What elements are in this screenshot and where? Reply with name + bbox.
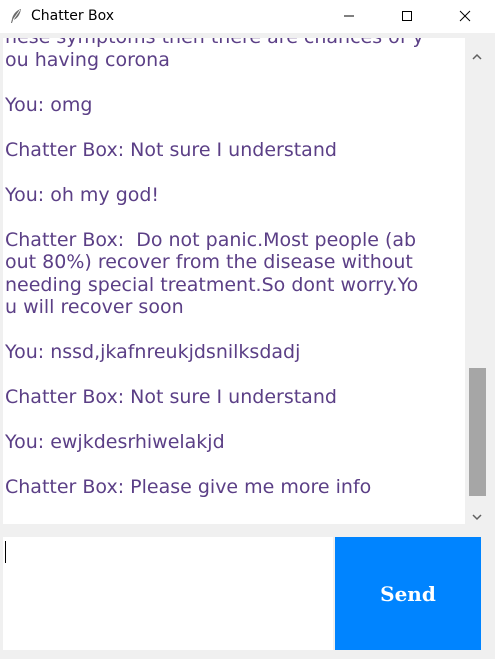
chat-message-line: u will recover soon (5, 296, 184, 318)
maximize-icon (401, 7, 413, 26)
chat-message-line: You: ewjkdesrhiwelakjd (5, 431, 225, 453)
close-button[interactable] (442, 0, 488, 33)
chat-log[interactable]: hese symptoms then there are chances of … (3, 38, 465, 524)
chat-message-line: Chatter Box: Not sure I understand (5, 138, 337, 161)
chat-message-line: hese symptoms then there are chances of … (5, 38, 461, 49)
chat-message-line: ou having corona (5, 48, 170, 71)
send-button[interactable]: Send (335, 537, 481, 650)
chat-message-line: Chatter Box: Not sure I understand (5, 386, 337, 408)
feather-icon (8, 8, 24, 24)
chat-message-line: You: omg (5, 93, 93, 116)
chat-message-line: Chatter Box: Do not panic.Most people (a… (5, 228, 417, 251)
window-title: Chatter Box (31, 8, 115, 24)
chat-message-line: You: nssd,jkafnreukjdsnilksdadj (5, 341, 301, 363)
chat-message-line: Chatter Box: Please give me more info (5, 476, 372, 498)
chat-scrollbar[interactable] (466, 38, 488, 524)
chat-spacer (5, 409, 461, 432)
chat-message-line: You: oh my god! (5, 183, 160, 206)
chat-spacer (5, 116, 461, 139)
scroll-thumb[interactable] (469, 368, 486, 496)
chat-spacer (5, 161, 461, 184)
chat-message-line: needing special treatment.So dont worry.… (5, 273, 419, 296)
scroll-up-button[interactable] (466, 44, 488, 66)
chat-spacer (5, 206, 461, 229)
chat-spacer (5, 71, 461, 94)
chat-messages: hese symptoms then there are chances of … (5, 38, 461, 499)
message-input[interactable] (3, 537, 333, 650)
text-caret (5, 541, 6, 563)
close-icon (459, 7, 471, 26)
chat-spacer (5, 454, 461, 477)
minimize-icon (343, 7, 355, 26)
chevron-up-icon (472, 46, 482, 65)
title-bar[interactable]: Chatter Box (0, 0, 495, 33)
chat-message-line: out 80%) recover from the disease withou… (5, 251, 413, 273)
chat-spacer (5, 319, 461, 342)
chatter-box-window: Chatter Box hese symptoms then there are… (0, 0, 495, 659)
minimize-button[interactable] (326, 0, 372, 33)
scroll-down-button[interactable] (466, 504, 488, 526)
chevron-down-icon (472, 506, 482, 525)
chat-spacer (5, 364, 461, 387)
maximize-button[interactable] (384, 0, 430, 33)
